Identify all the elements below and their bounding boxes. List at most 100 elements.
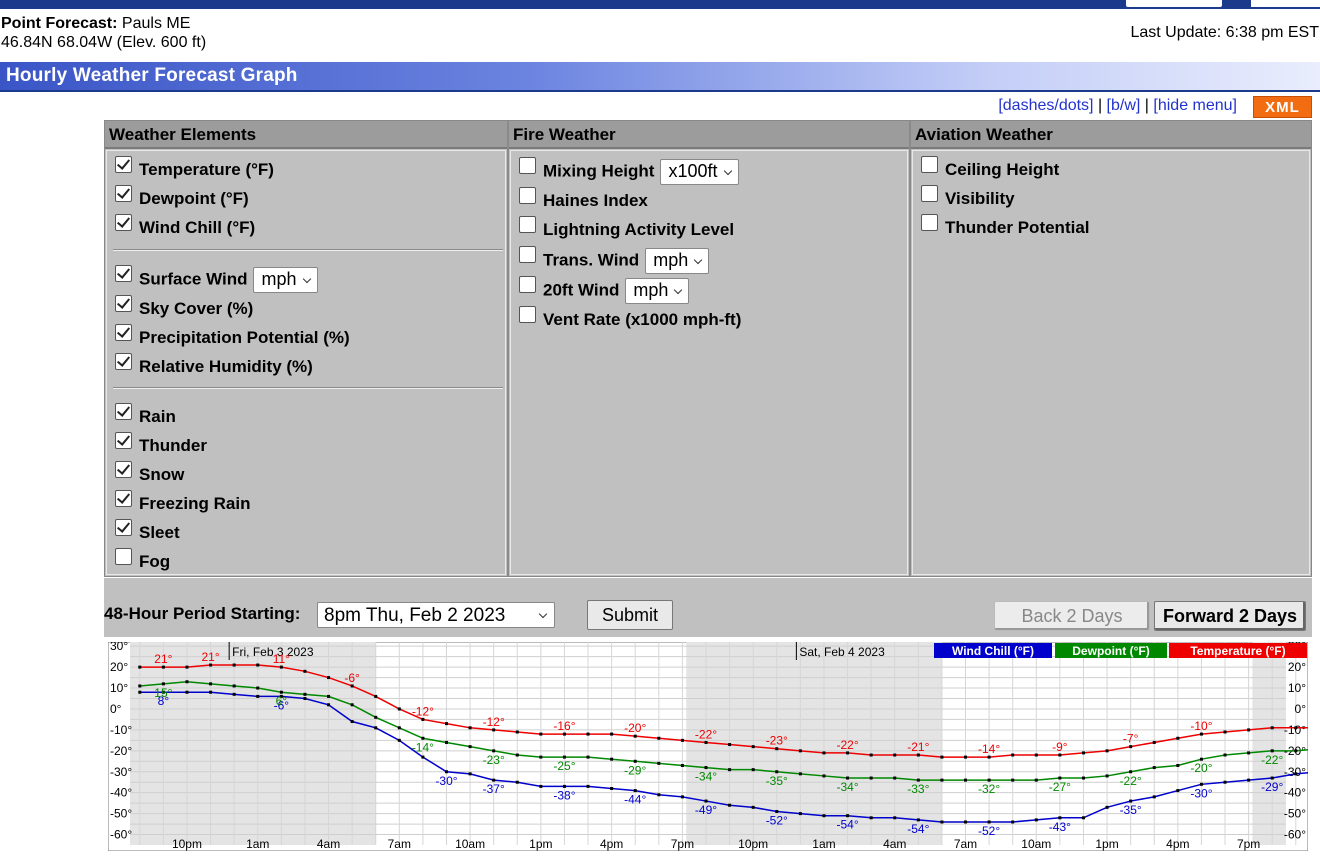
option-precipitation-potential[interactable]: Precipitation Potential (%) — [115, 324, 350, 349]
link-separator: | — [1093, 97, 1107, 114]
option-label: Fog — [139, 552, 171, 571]
element-menu: Weather Elements Temperature (°F) Dewpoin… — [104, 120, 1312, 577]
checkbox[interactable] — [519, 216, 536, 233]
day-label: Sat, Feb 4 2023 — [799, 645, 885, 659]
option-wind-chill-f[interactable]: Wind Chill (°F) — [115, 214, 255, 239]
option-snow[interactable]: Snow — [115, 461, 185, 486]
period-start-select[interactable]: 8pm Thu, Feb 2 2023 — [317, 602, 555, 628]
checkbox[interactable] — [519, 187, 536, 204]
unit-select[interactable]: mph — [645, 248, 710, 274]
option-lightning-activity-level[interactable]: Lightning Activity Level — [519, 216, 734, 241]
option-rain[interactable]: Rain — [115, 403, 176, 428]
hide-menu-link[interactable]: [hide menu] — [1153, 97, 1237, 114]
checkbox[interactable] — [519, 246, 536, 264]
checkbox[interactable] — [115, 265, 132, 283]
unit-select[interactable]: mph — [625, 278, 690, 304]
option-mixing-height[interactable]: Mixing Height x100ft — [519, 157, 739, 185]
back-2-days-button[interactable]: Back 2 Days — [994, 601, 1150, 631]
period-label: 48-Hour Period Starting: — [104, 604, 301, 623]
option-thunder[interactable]: Thunder — [115, 432, 207, 457]
data-point — [680, 795, 684, 799]
legend-label: Wind Chill (°F) — [952, 644, 1034, 658]
checkbox[interactable] — [115, 324, 132, 341]
data-point — [397, 726, 401, 730]
option-sleet[interactable]: Sleet — [115, 519, 180, 544]
option-surface-wind[interactable]: Surface Wind mph — [115, 265, 318, 293]
checkbox[interactable] — [519, 276, 536, 294]
option-20ft-wind[interactable]: 20ft Wind mph — [519, 276, 690, 304]
checkbox[interactable] — [519, 306, 536, 323]
checkbox[interactable] — [115, 490, 132, 507]
checkbox[interactable] — [115, 403, 132, 420]
option-trans-wind[interactable]: Trans. Wind mph — [519, 246, 710, 274]
checkbox[interactable] — [115, 519, 132, 536]
option-label: Haines Index — [543, 191, 648, 210]
option-dewpoint-f[interactable]: Dewpoint (°F) — [115, 185, 249, 210]
option-relative-humidity[interactable]: Relative Humidity (%) — [115, 353, 313, 378]
data-label: -25° — [553, 759, 575, 773]
checkbox[interactable] — [519, 157, 536, 175]
checkbox[interactable] — [115, 214, 132, 231]
data-point — [869, 753, 873, 757]
data-point — [256, 663, 260, 667]
data-label: -20° — [1190, 761, 1212, 775]
data-label: -22° — [836, 738, 858, 752]
data-point — [303, 692, 307, 696]
data-point — [1105, 805, 1109, 809]
option-vent-rate-x1000-mph-ft[interactable]: Vent Rate (x1000 mph-ft) — [519, 306, 741, 331]
data-label: 21° — [201, 650, 219, 664]
x-tick-label: 4am — [317, 837, 340, 851]
xml-button[interactable]: XML — [1253, 96, 1312, 118]
data-point — [539, 732, 543, 736]
data-label: -54° — [836, 818, 858, 832]
option-freezing-rain[interactable]: Freezing Rain — [115, 490, 250, 515]
point-forecast-label: Point Forecast: — [1, 15, 118, 32]
option-label: Surface Wind — [139, 269, 248, 289]
dashes-dots-link[interactable]: [dashes/dots] — [998, 97, 1093, 114]
unit-select[interactable]: x100ft — [660, 159, 739, 185]
checkbox[interactable] — [115, 185, 132, 202]
x-tick-label: 1pm — [529, 837, 552, 851]
checkbox[interactable] — [115, 432, 132, 449]
data-label: -35° — [1120, 803, 1142, 817]
data-point — [798, 772, 802, 776]
option-haines-index[interactable]: Haines Index — [519, 187, 648, 212]
data-point — [798, 749, 802, 753]
checkbox[interactable] — [115, 295, 132, 312]
checkbox[interactable] — [115, 461, 132, 478]
data-point — [209, 682, 213, 686]
data-point — [940, 820, 944, 824]
checkbox[interactable] — [115, 548, 132, 565]
submit-button[interactable]: Submit — [587, 600, 673, 630]
option-temperature-f[interactable]: Temperature (°F) — [115, 156, 274, 181]
option-sky-cover[interactable]: Sky Cover (%) — [115, 295, 253, 320]
data-point — [1081, 751, 1085, 755]
x-tick-label: 7am — [388, 837, 411, 851]
option-fog[interactable]: Fog — [115, 548, 171, 573]
black-white-link[interactable]: [b/w] — [1107, 97, 1141, 114]
checkbox[interactable] — [115, 353, 132, 370]
option-thunder-potential[interactable]: Thunder Potential — [921, 214, 1090, 239]
checkbox[interactable] — [921, 156, 938, 173]
data-label: -52° — [978, 824, 1000, 838]
data-point — [657, 761, 661, 765]
unit-select[interactable]: mph — [253, 267, 318, 293]
checkbox[interactable] — [921, 214, 938, 231]
checkbox[interactable] — [921, 185, 938, 202]
data-point — [468, 726, 472, 730]
option-label: Temperature (°F) — [139, 160, 274, 179]
option-visibility[interactable]: Visibility — [921, 185, 1015, 210]
data-label: -10° — [1190, 719, 1212, 733]
data-point — [964, 755, 968, 759]
option-label: Snow — [139, 465, 185, 484]
top-nav-search-box[interactable] — [1126, 0, 1222, 7]
data-point — [798, 812, 802, 816]
forward-2-days-button[interactable]: Forward 2 Days — [1154, 601, 1306, 631]
top-nav-button[interactable] — [1251, 0, 1320, 7]
data-point — [1247, 751, 1251, 755]
checkbox[interactable] — [115, 156, 132, 173]
option-ceiling-height[interactable]: Ceiling Height — [921, 156, 1059, 181]
data-label: -22° — [1120, 774, 1142, 788]
data-point — [138, 690, 142, 694]
data-point — [964, 778, 968, 782]
